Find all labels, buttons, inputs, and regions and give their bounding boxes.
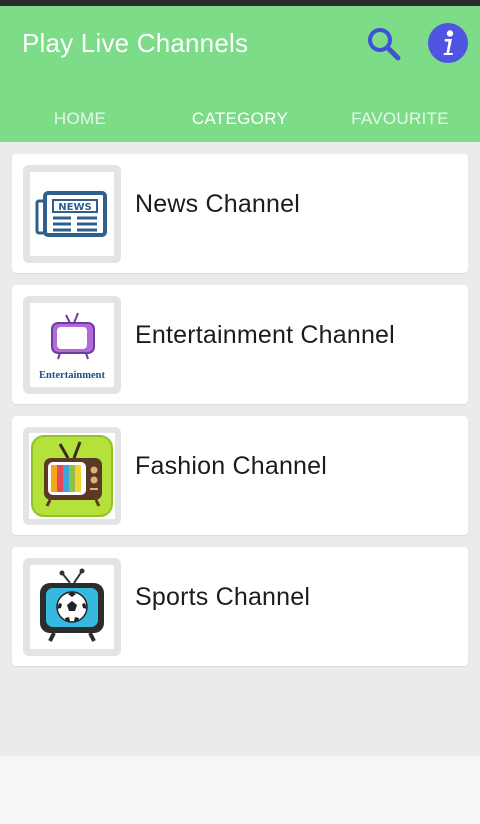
search-button[interactable] <box>362 22 406 66</box>
category-card-fashion[interactable]: Fashion Channel <box>12 416 468 535</box>
category-label: Sports Channel <box>135 583 311 611</box>
newspaper-icon: NEWS <box>35 191 107 237</box>
category-card-entertainment[interactable]: Entertainment Entertainment Channel <box>12 285 468 404</box>
tv-entertainment-icon: Entertainment <box>39 312 105 381</box>
search-icon <box>368 28 401 61</box>
category-card-sports[interactable]: Sports Channel <box>12 547 468 666</box>
category-card-news[interactable]: NEWS News Channel <box>12 154 468 273</box>
category-list: NEWS News Channel Entertainment Entertai… <box>0 142 480 756</box>
news-thumbnail: NEWS <box>23 165 121 263</box>
svg-text:Entertainment: Entertainment <box>39 370 105 381</box>
category-label: Fashion Channel <box>135 452 328 480</box>
tab-category[interactable]: CATEGORY <box>160 98 320 148</box>
info-icon <box>428 23 468 63</box>
soccer-tv-icon <box>40 568 104 642</box>
tab-home[interactable]: HOME <box>0 98 160 148</box>
info-button[interactable] <box>426 21 470 65</box>
category-label: Entertainment Channel <box>135 321 395 349</box>
entertainment-thumbnail: Entertainment <box>23 296 121 394</box>
bottom-area <box>0 756 480 824</box>
retro-tv-icon <box>31 435 113 517</box>
tab-favourite[interactable]: FAVOURITE <box>320 98 480 148</box>
app-title: Play Live Channels <box>22 28 249 58</box>
fashion-thumbnail <box>23 427 121 525</box>
category-label: News Channel <box>135 190 300 218</box>
svg-text:NEWS: NEWS <box>58 202 91 213</box>
app-bar: Play Live Channels HOME CATEGORY FAVOURI… <box>0 6 480 148</box>
tab-bar: HOME CATEGORY FAVOURITE <box>0 98 480 148</box>
sports-thumbnail <box>23 558 121 656</box>
